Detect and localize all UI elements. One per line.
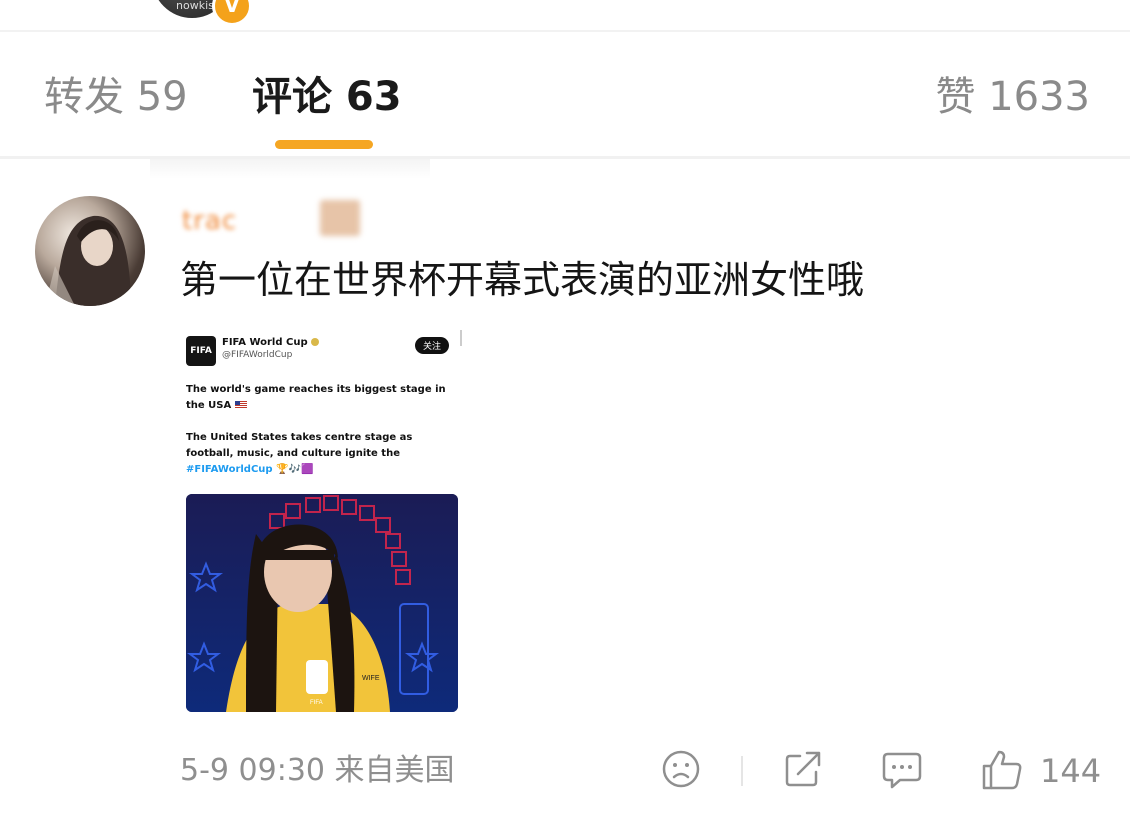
share-icon — [785, 751, 821, 787]
dislike-face-icon — [662, 750, 700, 788]
comment-button[interactable] — [880, 748, 924, 792]
comment-source: 来自美国 — [334, 753, 455, 788]
embedded-emojis: 🏆🎶🟪 — [276, 464, 314, 475]
embedded-text-line1: The world's game reaches its biggest sta… — [186, 382, 456, 414]
comment-bubble-icon — [882, 752, 922, 789]
embedded-account-handle: @FIFAWorldCup — [222, 350, 293, 360]
fifa-logo-icon: FIFA — [186, 336, 216, 366]
image-edge — [460, 330, 462, 346]
flag-usa-icon — [234, 401, 247, 409]
comment-meta: 5-9 09:30 来自美国 — [180, 752, 455, 790]
like-button[interactable] — [980, 748, 1024, 792]
embedded-hashtag: #FIFAWorldCup — [186, 464, 273, 475]
verified-icon — [310, 338, 319, 346]
verified-v-icon: V — [212, 0, 252, 26]
divider — [741, 756, 743, 786]
user-badge — [320, 200, 360, 236]
interaction-tabs: 转发 59 评论 63 赞 1633 — [0, 32, 1130, 156]
embedded-follow-button: 关注 — [415, 337, 450, 354]
embedded-text-line1-text: The world's game reaches its biggest sta… — [186, 384, 446, 411]
photo-watermark: WIFE — [362, 675, 380, 682]
thumbs-up-icon — [982, 750, 1022, 790]
dislike-button[interactable] — [660, 748, 702, 792]
tab-comment[interactable]: 评论 63 — [252, 74, 402, 120]
tab-like[interactable]: 赞 1633 — [935, 74, 1090, 120]
embedded-photo: FIFA WIFE — [186, 494, 458, 712]
photo-logo-text: FIFA — [310, 700, 323, 706]
embedded-account-name-text: FIFA World Cup — [222, 337, 308, 348]
embedded-text-line2: The United States takes centre stage as … — [186, 430, 456, 478]
commenter-username[interactable]: trac — [182, 206, 237, 236]
comment-time: 5-9 09:30 — [180, 753, 325, 788]
comment-image[interactable]: FIFA FIFA World Cup @FIFAWorldCup 关注 The… — [180, 326, 464, 712]
like-count: 144 — [1040, 752, 1102, 790]
embedded-account-name: FIFA World Cup — [222, 337, 319, 348]
divider-shadow — [150, 159, 430, 179]
active-tab-indicator — [275, 140, 373, 149]
embedded-text-line2-text: The United States takes centre stage as … — [186, 432, 413, 459]
share-button[interactable] — [782, 748, 824, 792]
comment-text: 第一位在世界杯开幕式表演的亚洲女性哦 — [180, 258, 865, 302]
commenter-avatar[interactable] — [35, 196, 145, 306]
tab-repost[interactable]: 转发 59 — [44, 74, 188, 120]
